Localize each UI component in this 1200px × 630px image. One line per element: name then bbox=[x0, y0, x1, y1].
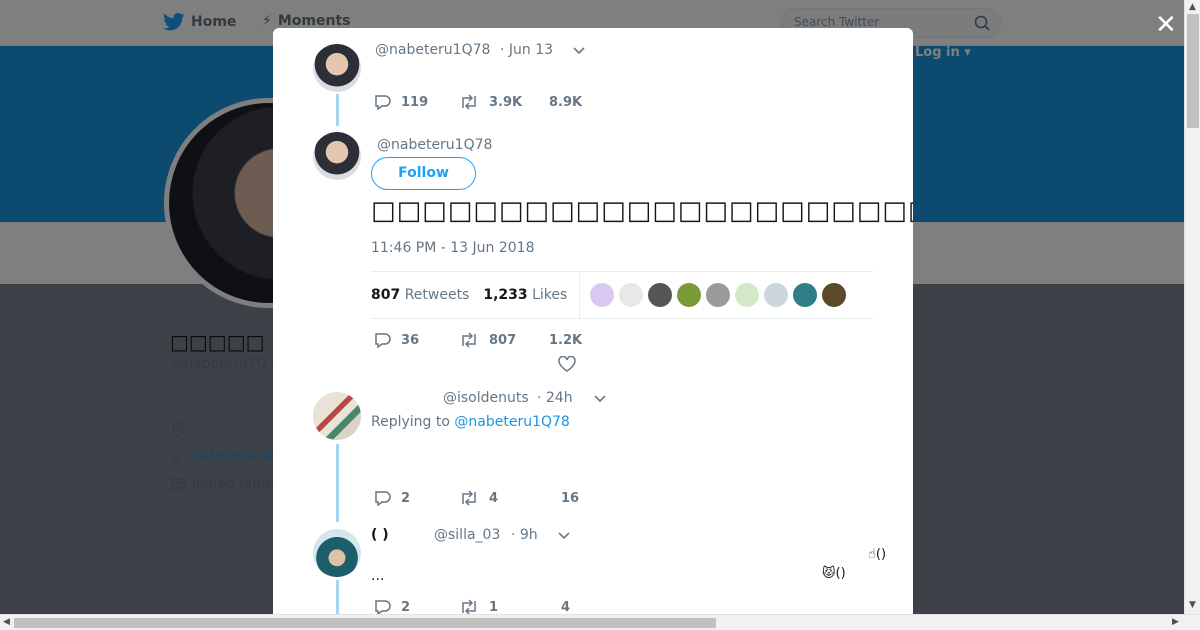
retweets-stat[interactable]: 807 Retweets bbox=[371, 287, 469, 303]
tweet-actions: 119 3.9K 8.9K bbox=[373, 94, 631, 110]
retweet-count: 3.9K bbox=[489, 94, 523, 110]
retweet-count: 807 bbox=[489, 332, 517, 348]
liker-avatar[interactable] bbox=[764, 283, 789, 307]
retweet-icon bbox=[462, 94, 476, 110]
tweet-timestamp[interactable]: 11:46 PM - 13 Jun 2018 bbox=[371, 240, 535, 256]
tweet-time[interactable]: · 9h bbox=[511, 527, 538, 543]
likes-stat-label: Likes bbox=[532, 287, 568, 303]
horizontal-scroll-thumb[interactable] bbox=[14, 618, 716, 628]
tweet-handle[interactable]: @isoldenuts bbox=[443, 390, 529, 406]
like-count: 8.9K bbox=[549, 94, 583, 110]
vertical-scrollbar[interactable]: ▲ ▼ bbox=[1184, 0, 1200, 614]
retweet-icon bbox=[462, 490, 476, 506]
like-button[interactable]: 8.9K bbox=[545, 95, 631, 110]
tweet-text: ... bbox=[371, 568, 385, 584]
stats-divider bbox=[579, 272, 581, 318]
tweet-emoji-text: ☝() bbox=[868, 547, 887, 562]
replying-to-prefix: Replying to bbox=[371, 414, 450, 430]
reply-count: 119 bbox=[401, 94, 429, 110]
retweet-icon bbox=[462, 599, 476, 614]
replying-to: Replying to @nabeteru1Q78 bbox=[371, 414, 570, 430]
reply-button[interactable]: 2 bbox=[373, 599, 459, 614]
tweet-time[interactable]: · 24h bbox=[537, 390, 573, 406]
like-button[interactable]: 1.2K bbox=[545, 333, 631, 348]
tweet-time[interactable]: · Jun 13 bbox=[500, 42, 553, 58]
scroll-down-arrow-icon[interactable]: ▼ bbox=[1189, 600, 1196, 610]
tweet-actions: 2 1 4 bbox=[373, 599, 631, 614]
tweet-actions: 2 4 16 bbox=[373, 490, 631, 506]
like-count: 16 bbox=[561, 490, 580, 506]
avatar[interactable] bbox=[313, 44, 361, 92]
likes-stat[interactable]: 1,233 Likes bbox=[483, 287, 567, 303]
liker-avatar[interactable] bbox=[677, 283, 702, 307]
reply-button[interactable]: 2 bbox=[373, 490, 459, 506]
likes-stat-count: 1,233 bbox=[483, 287, 528, 303]
reply-icon bbox=[375, 333, 391, 348]
tweet-emoji-text: 😾() bbox=[822, 566, 846, 581]
like-button[interactable]: 16 bbox=[545, 491, 631, 506]
avatar[interactable] bbox=[313, 529, 361, 577]
retweets-stat-label: Retweets bbox=[404, 287, 470, 303]
chevron-down-icon[interactable] bbox=[573, 44, 585, 58]
tweet-permalink-modal: @nabeteru1Q78 · Jun 13 119 3.9K 8.9K @na… bbox=[273, 28, 913, 614]
tweet-handle[interactable]: @silla_03 bbox=[434, 527, 500, 543]
horizontal-scrollbar[interactable]: ◀ ▶ bbox=[0, 614, 1200, 630]
tweet-actions: 36 807 1.2K bbox=[373, 332, 631, 348]
reply-button[interactable]: 119 bbox=[373, 94, 459, 110]
liker-avatar[interactable] bbox=[793, 283, 818, 307]
chevron-down-icon[interactable] bbox=[558, 529, 570, 543]
like-button[interactable]: 4 bbox=[545, 600, 631, 615]
like-count: 1.2K bbox=[549, 332, 583, 348]
retweet-button[interactable]: 4 bbox=[459, 490, 545, 506]
retweets-stat-count: 807 bbox=[371, 287, 401, 303]
tweet-stats: 807 Retweets 1,233 Likes bbox=[371, 271, 873, 319]
retweet-icon bbox=[462, 332, 476, 348]
avatar[interactable] bbox=[313, 132, 361, 180]
retweet-count: 1 bbox=[489, 599, 499, 615]
scroll-right-arrow-icon[interactable]: ▶ bbox=[1172, 617, 1179, 627]
reply-count: 36 bbox=[401, 332, 420, 348]
reply-icon bbox=[375, 95, 391, 110]
heart-icon[interactable] bbox=[558, 356, 576, 372]
retweet-button[interactable]: 3.9K bbox=[459, 94, 545, 110]
liker-avatar[interactable] bbox=[590, 283, 615, 307]
scroll-up-arrow-icon[interactable]: ▲ bbox=[1189, 2, 1196, 12]
tweet-text: □□□□□□□□□□□□□□□□□□□□□□□□□□□□□□□□□□□□□□□□… bbox=[371, 196, 913, 226]
reply-icon bbox=[375, 491, 391, 506]
close-icon[interactable]: ✕ bbox=[1155, 12, 1177, 38]
thread-line bbox=[336, 444, 339, 522]
retweet-button[interactable]: 807 bbox=[459, 332, 545, 348]
reply-count: 2 bbox=[401, 599, 411, 615]
tweet-handle[interactable]: @nabeteru1Q78 bbox=[375, 42, 490, 58]
reply-button[interactable]: 36 bbox=[373, 332, 459, 348]
chevron-down-icon[interactable] bbox=[594, 392, 606, 406]
thread-line bbox=[336, 580, 339, 614]
reply-icon bbox=[375, 600, 391, 614]
retweet-button[interactable]: 1 bbox=[459, 599, 545, 614]
liker-avatar[interactable] bbox=[706, 283, 731, 307]
like-count: 4 bbox=[561, 599, 571, 615]
vertical-scroll-thumb[interactable] bbox=[1187, 14, 1199, 128]
liker-avatar[interactable] bbox=[619, 283, 644, 307]
replying-to-link[interactable]: @nabeteru1Q78 bbox=[454, 414, 569, 430]
liker-avatar[interactable] bbox=[822, 283, 847, 307]
tweet-handle[interactable]: @nabeteru1Q78 bbox=[377, 137, 492, 153]
liker-avatar[interactable] bbox=[648, 283, 673, 307]
tweet-name[interactable]: ( ) bbox=[371, 527, 389, 543]
reply-count: 2 bbox=[401, 490, 411, 506]
liker-avatar[interactable] bbox=[735, 283, 760, 307]
avatar[interactable] bbox=[313, 392, 361, 440]
retweet-count: 4 bbox=[489, 490, 499, 506]
scroll-left-arrow-icon[interactable]: ◀ bbox=[3, 617, 10, 627]
liker-avatars bbox=[590, 283, 847, 307]
follow-button[interactable]: Follow bbox=[371, 157, 476, 190]
thread-line bbox=[336, 94, 339, 126]
